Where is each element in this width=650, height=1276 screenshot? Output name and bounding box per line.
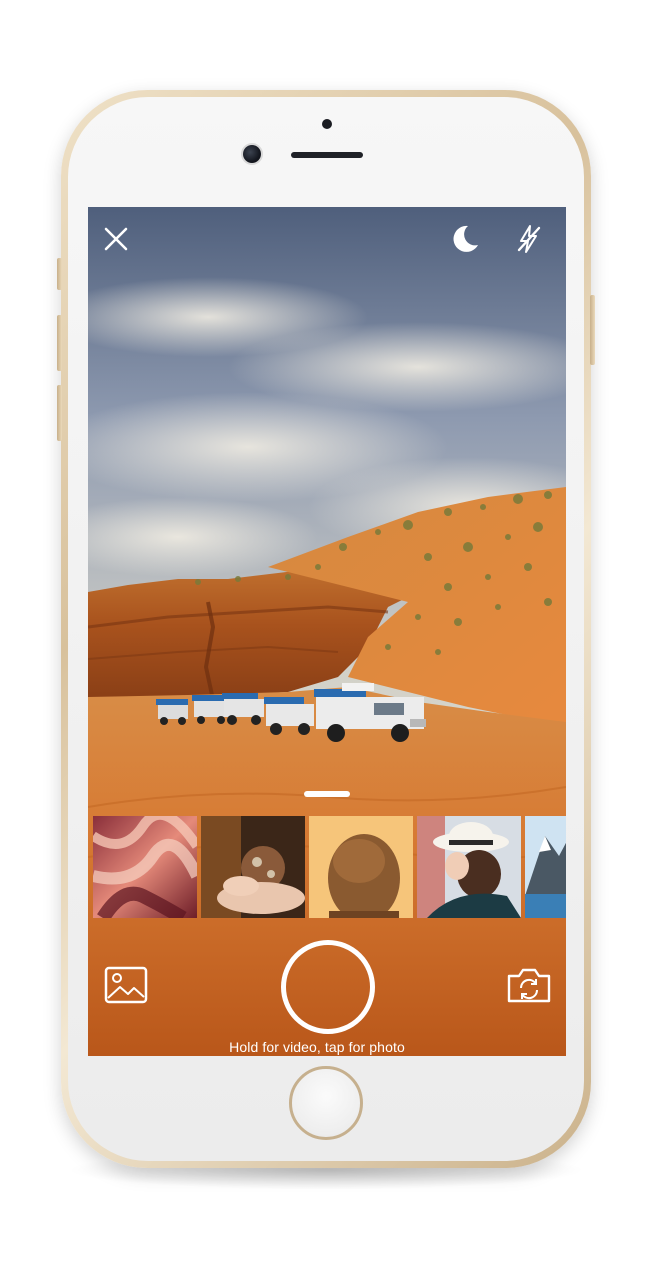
flash-off-icon — [517, 225, 541, 253]
gallery-button[interactable] — [104, 966, 150, 1006]
camera-controls: Hold for video, tap for photo — [88, 918, 566, 1056]
mute-switch — [57, 258, 62, 290]
flash-button[interactable] — [509, 219, 549, 259]
thumb-person-back-of-head[interactable] — [309, 816, 413, 918]
capture-hint: Hold for video, tap for photo — [229, 1039, 405, 1055]
camera-screen: Hold for video, tap for photo — [88, 207, 566, 1056]
recent-photos-strip — [93, 816, 566, 918]
switch-camera-icon — [507, 968, 551, 1003]
image-gallery-icon — [104, 966, 148, 1004]
night-mode-button[interactable] — [444, 219, 484, 259]
close-icon — [104, 227, 128, 251]
earpiece-speaker — [291, 152, 363, 158]
thumb-antelope-canyon[interactable] — [93, 816, 197, 918]
front-camera — [243, 145, 261, 163]
thumb-mountain-landscape[interactable] — [525, 816, 566, 918]
drawer-handle[interactable] — [304, 791, 350, 797]
switch-camera-button[interactable] — [506, 966, 554, 1006]
proximity-sensor — [322, 119, 332, 129]
moon-icon — [453, 225, 478, 252]
power-button — [590, 295, 595, 365]
close-button[interactable] — [96, 219, 136, 259]
volume-down-button — [57, 385, 62, 441]
thumb-hands-holding-ornament[interactable] — [201, 816, 305, 918]
thumb-person-in-white-hat[interactable] — [417, 816, 521, 918]
shutter-button[interactable] — [281, 940, 375, 1034]
volume-up-button — [57, 315, 62, 371]
home-button[interactable] — [289, 1066, 363, 1140]
stage: Hold for video, tap for photo — [0, 0, 650, 1276]
